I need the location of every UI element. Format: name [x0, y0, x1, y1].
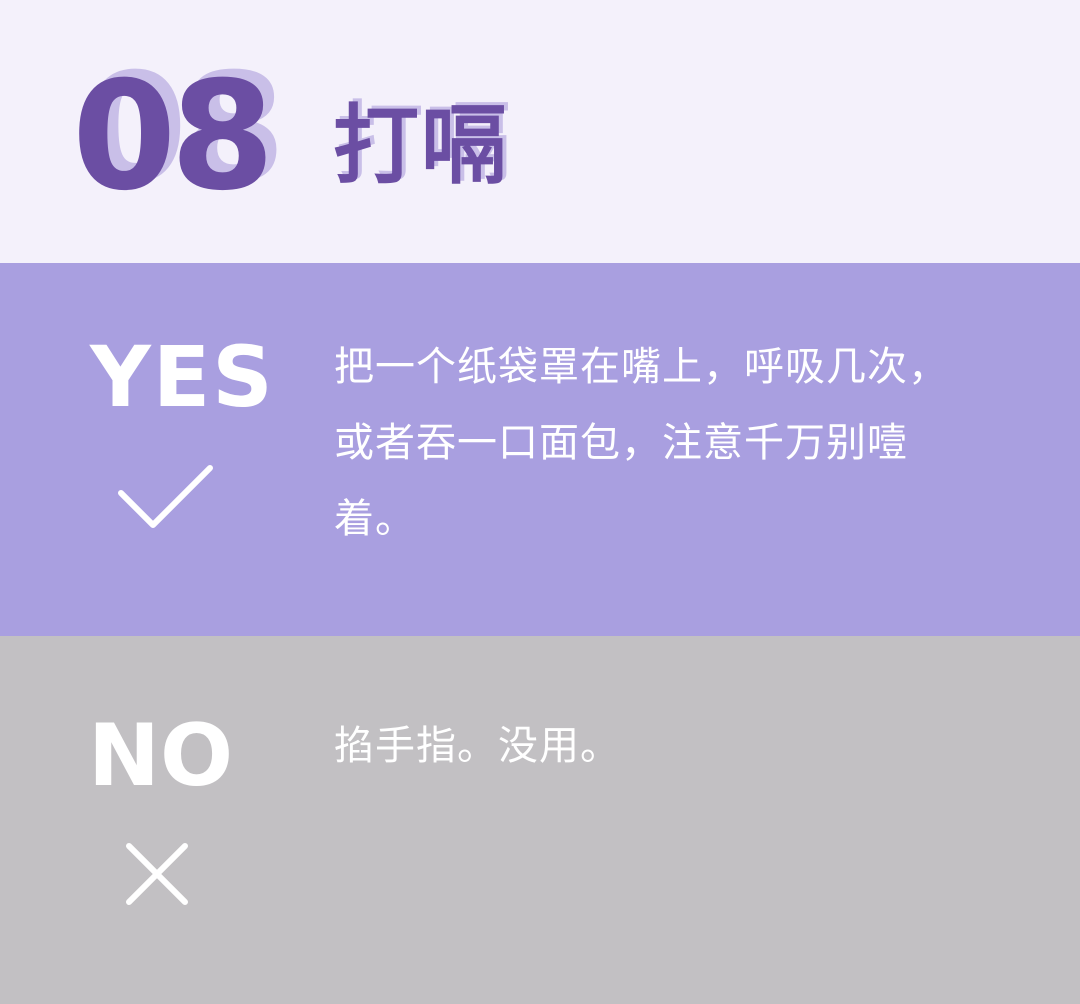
yes-description-line: 或者吞一口面包，注意千万别噎 [334, 420, 908, 466]
yes-description: 把一个纸袋罩在嘴上，呼吸几次， 或者吞一口面包，注意千万别噎 着。 [334, 329, 1024, 557]
no-description: 掐手指。没用。 [334, 723, 621, 769]
yes-description-line: 着。 [334, 496, 416, 542]
no-panel: NO 掐手指。没用。 [0, 636, 1080, 1004]
tip-title: 打嗝 [333, 96, 509, 196]
tip-number: 08 [72, 50, 275, 224]
card-header: 08 打嗝 [0, 0, 1080, 263]
no-label: NO [88, 706, 234, 806]
yes-label: YES [90, 328, 275, 426]
tip-card: 08 打嗝 YES 把一个纸袋罩在嘴上，呼吸几次， 或者吞一口面包，注意千万别噎… [0, 0, 1080, 1004]
yes-panel: YES 把一个纸袋罩在嘴上，呼吸几次， 或者吞一口面包，注意千万别噎 着。 [0, 263, 1080, 636]
yes-description-line: 把一个纸袋罩在嘴上，呼吸几次， [334, 344, 949, 390]
cross-icon [124, 841, 190, 911]
check-icon [116, 463, 216, 537]
